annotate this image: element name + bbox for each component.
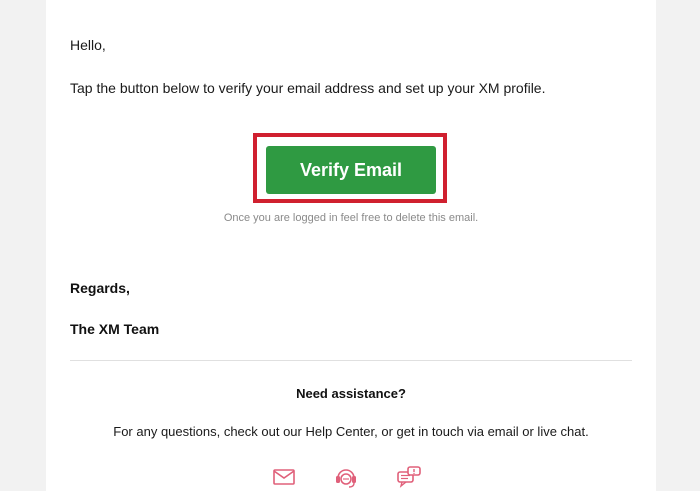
contact-icons (46, 464, 656, 491)
delete-note-text: Once you are logged in feel free to dele… (223, 212, 479, 224)
verify-email-button[interactable]: Verify Email (266, 146, 436, 194)
greeting-text: Hello, (70, 37, 106, 53)
assistance-text: For any questions, check out our Help Ce… (113, 424, 589, 439)
support-headset-icon[interactable] (333, 464, 359, 490)
mail-icon[interactable] (271, 464, 297, 490)
assistance-title: Need assistance? (296, 386, 406, 401)
live-chat-icon[interactable] (396, 464, 422, 490)
intro-text: Tap the button below to verify your emai… (70, 80, 546, 96)
regards-text: Regards, (70, 280, 130, 296)
email-card: Hello, Tap the button below to verify yo… (46, 0, 656, 491)
divider (70, 360, 632, 361)
signature-text: The XM Team (70, 321, 160, 337)
